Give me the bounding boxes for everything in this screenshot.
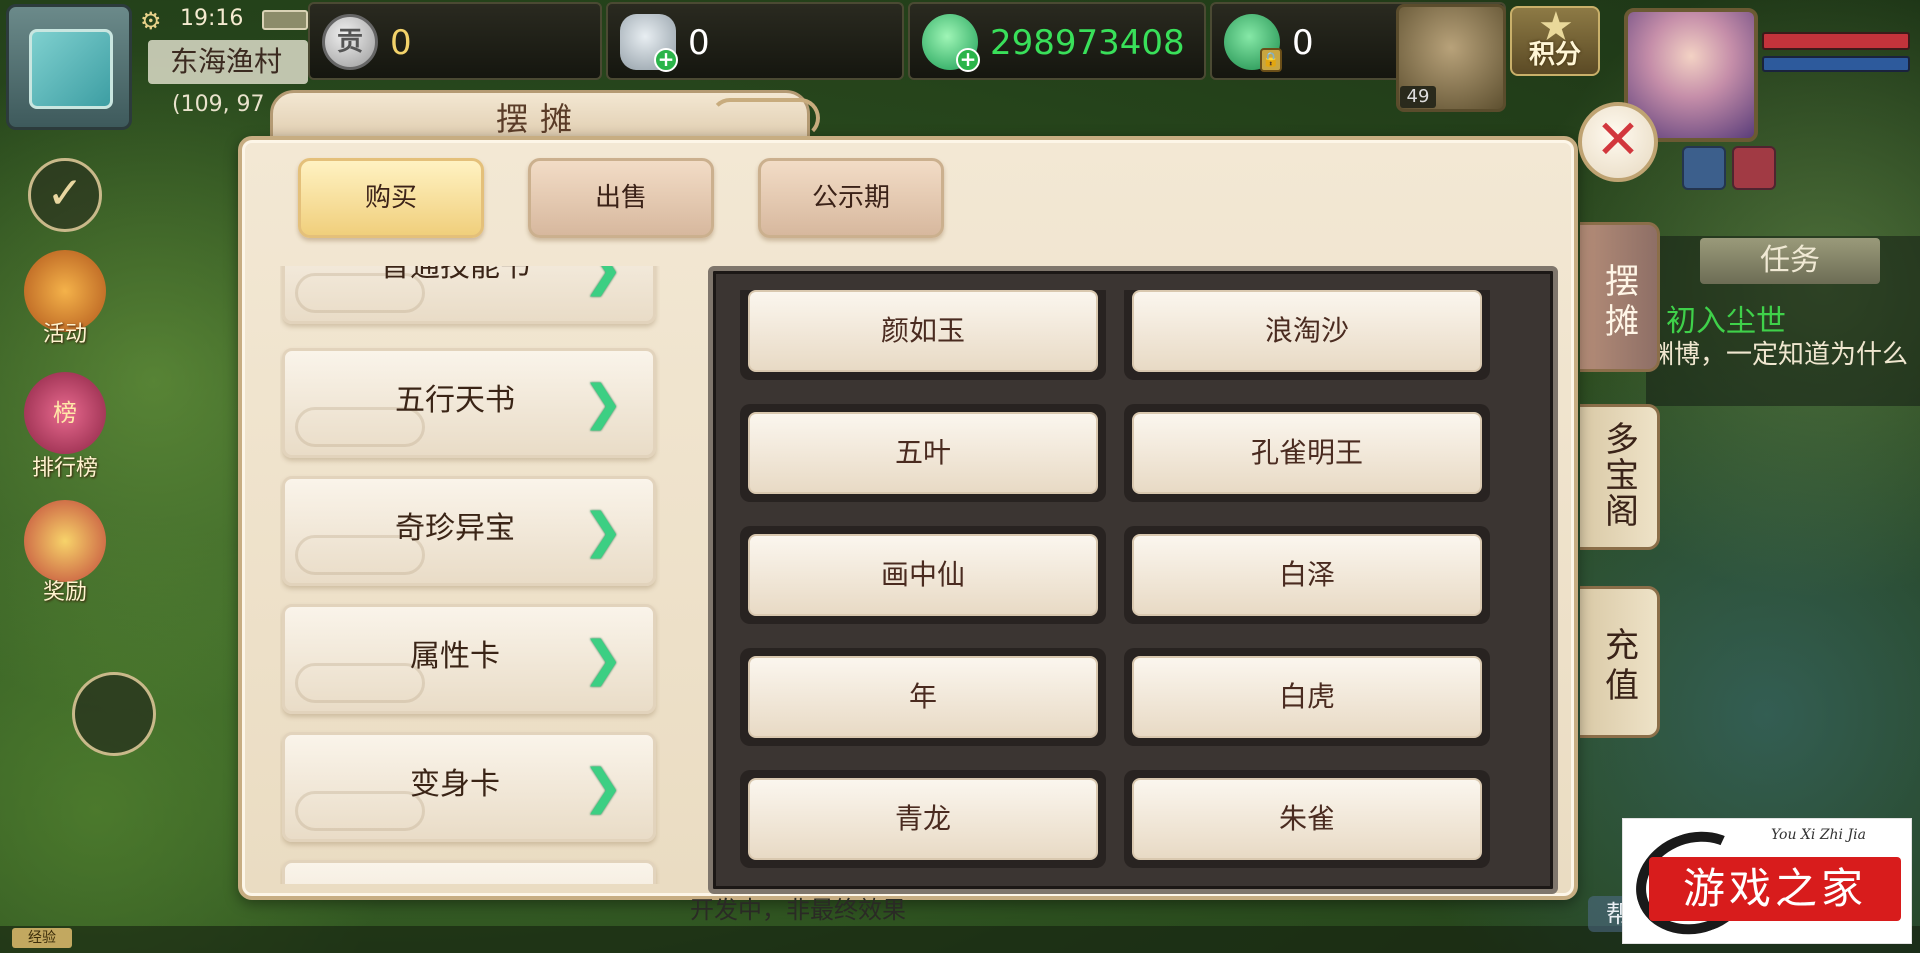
grid-cell: 朱雀 — [1124, 770, 1490, 868]
category-label: 变身卡 — [410, 767, 500, 802]
pet-level: 49 — [1400, 86, 1436, 108]
item-button[interactable]: 孔雀明王 — [1132, 412, 1482, 494]
points-button[interactable]: ★ 积分 — [1510, 4, 1600, 76]
world-map-button[interactable] — [6, 4, 132, 130]
clock-time: 19:16 — [180, 6, 244, 31]
item-button[interactable]: 画中仙 — [748, 534, 1098, 616]
site-logo: You Xi Zhi Jia 游戏之家 — [1621, 815, 1912, 951]
quest-name[interactable]: 初入尘世 — [1666, 296, 1786, 340]
tab-sell[interactable]: 出售 — [528, 158, 714, 238]
grid-cell: 浪淘沙 — [1124, 290, 1490, 380]
grid-cell: 年 — [740, 648, 1106, 746]
chevron-right-icon: ❯ — [582, 375, 623, 431]
tab-recharge-label: 充值 — [1598, 627, 1639, 707]
item-grid[interactable]: 颜如玉 浪淘沙 五叶 孔雀明王 画中仙 白泽 年 白虎 青龙 朱雀 — [740, 290, 1520, 890]
category-item[interactable]: 变身卡 ❯ — [282, 732, 656, 842]
silver-ingot-icon: + — [620, 14, 678, 72]
chevron-right-icon: ❯ — [582, 266, 623, 297]
exp-chip: 经验 — [12, 928, 72, 948]
tab-recharge[interactable]: 充值 — [1580, 586, 1660, 738]
gift-icon[interactable] — [24, 500, 106, 582]
chevron-right-icon: ❯ — [582, 631, 623, 687]
category-label: 五行天书 — [395, 383, 515, 418]
gear-icon[interactable]: ⚙ — [140, 8, 166, 34]
activity-label: 活动 — [42, 322, 87, 347]
lock-icon: 🔒 — [1260, 48, 1282, 72]
dev-notice: 开发中，非最终效果 — [690, 896, 906, 924]
currency-jade[interactable]: + 298973408 — [908, 2, 1206, 80]
grid-cell: 青龙 — [740, 770, 1106, 868]
quest-title[interactable]: 任务 — [1700, 238, 1880, 284]
grid-cell: 五叶 — [740, 404, 1106, 502]
category-item[interactable]: 五行天书 ❯ — [282, 348, 656, 458]
currency-tribute[interactable]: 贡 0 — [308, 2, 602, 80]
logo-english: You Xi Zhi Jia — [1771, 827, 1866, 843]
buff-icon[interactable] — [1682, 146, 1726, 190]
tab-treasure-pavilion[interactable]: 多宝阁 — [1580, 404, 1660, 550]
hp-bar — [1762, 32, 1910, 50]
item-button[interactable]: 白虎 — [1132, 656, 1482, 738]
jade-icon: + — [922, 14, 980, 72]
item-button[interactable]: 年 — [748, 656, 1098, 738]
item-button[interactable]: 朱雀 — [1132, 778, 1482, 860]
chat-icon[interactable] — [72, 672, 156, 756]
ranking-icon[interactable]: 榜 — [24, 372, 106, 454]
locked-jade-icon: 🔒 — [1224, 14, 1282, 72]
ranking-label: 排行榜 — [31, 456, 98, 481]
add-icon[interactable]: + — [956, 48, 980, 72]
points-label: 积分 — [1528, 40, 1581, 70]
grid-cell: 白泽 — [1124, 526, 1490, 624]
grid-cell: 画中仙 — [740, 526, 1106, 624]
ornament-curl — [710, 98, 820, 138]
battery-icon — [262, 10, 308, 30]
buff-icon[interactable] — [1732, 146, 1776, 190]
category-list[interactable]: 普通技能书 ❯ 五行天书 ❯ 奇珍异宝 ❯ 属性卡 ❯ 变身卡 ❯ — [280, 266, 660, 884]
tab-public-period[interactable]: 公示期 — [758, 158, 944, 238]
tribute-coin-icon: 贡 — [322, 14, 378, 70]
map-name: 东海渔村 — [148, 40, 308, 84]
jade-value: 298973408 — [990, 23, 1185, 63]
grid-cell: 孔雀明王 — [1124, 404, 1490, 502]
tribute-value: 0 — [390, 23, 412, 63]
map-scroll-icon — [29, 29, 113, 109]
chevron-right-icon: ❯ — [582, 759, 623, 815]
currency-silver[interactable]: + 0 — [606, 2, 904, 80]
category-item[interactable] — [282, 860, 656, 884]
dialog-title: 摆摊 — [495, 100, 584, 138]
map-coordinates: (109, 97 — [172, 92, 265, 117]
reward-label: 奖励 — [42, 580, 87, 605]
tab-stall[interactable]: 摆摊 — [1580, 222, 1660, 372]
grid-cell: 白虎 — [1124, 648, 1490, 746]
tab-treasure-pavilion-label: 多宝阁 — [1598, 421, 1639, 529]
item-button[interactable]: 青龙 — [748, 778, 1098, 860]
add-icon[interactable]: + — [654, 48, 678, 72]
tab-buy[interactable]: 购买 — [298, 158, 484, 238]
close-icon[interactable]: ✕ — [1578, 102, 1658, 182]
category-item[interactable]: 奇珍异宝 ❯ — [282, 476, 656, 586]
locked-jade-value: 0 — [1292, 23, 1314, 63]
mp-bar — [1762, 56, 1910, 72]
grid-cell: 颜如玉 — [740, 290, 1106, 380]
tab-stall-label: 摆摊 — [1598, 263, 1639, 343]
checkmark-icon[interactable]: ✓ — [28, 158, 102, 232]
item-button[interactable]: 白泽 — [1132, 534, 1482, 616]
category-item[interactable]: 属性卡 ❯ — [282, 604, 656, 714]
category-label: 奇珍异宝 — [395, 511, 515, 546]
category-label: 属性卡 — [410, 639, 500, 674]
chevron-right-icon: ❯ — [582, 503, 623, 559]
category-item[interactable]: 普通技能书 ❯ — [282, 266, 656, 324]
item-button[interactable]: 颜如玉 — [748, 290, 1098, 372]
logo-chinese: 游戏之家 — [1649, 857, 1901, 921]
category-label: 普通技能书 — [380, 266, 530, 284]
silver-value: 0 — [688, 23, 710, 63]
item-button[interactable]: 浪淘沙 — [1132, 290, 1482, 372]
item-button[interactable]: 五叶 — [748, 412, 1098, 494]
